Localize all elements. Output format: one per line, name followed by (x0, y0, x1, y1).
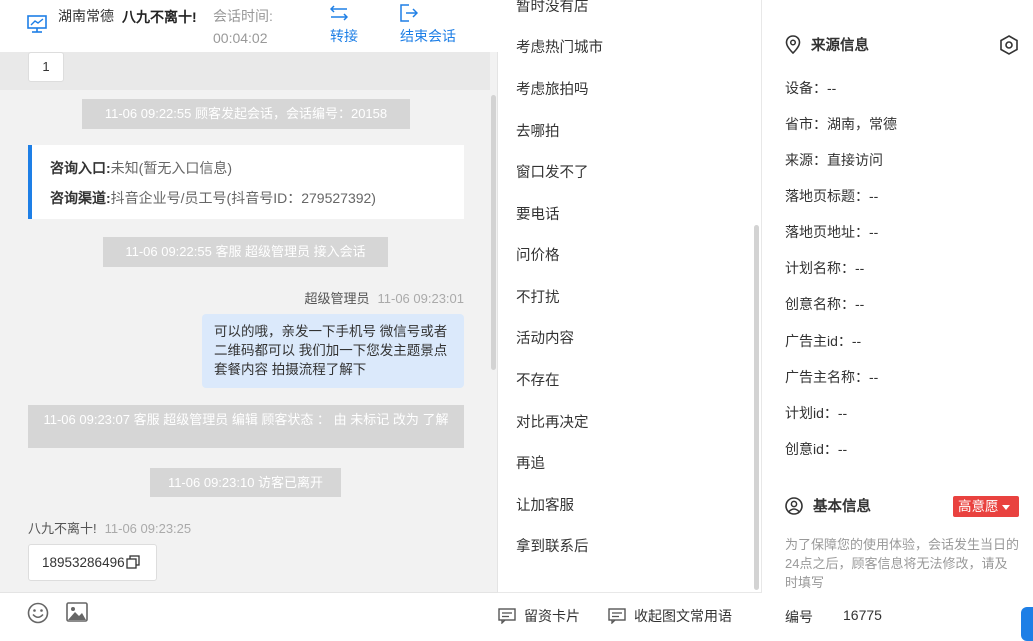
quick-phrase-item[interactable]: 再追 (516, 454, 545, 474)
edit-notice: 为了保障您的使用体验，会话发生当日的24点之后，顾客信息将无法修改，请及时填写 (785, 537, 1020, 590)
transfer-button[interactable]: 转接 (330, 4, 358, 46)
copy-icon[interactable] (125, 555, 140, 570)
consult-entry-label: 咨询入口: (50, 160, 111, 176)
source-origin-row: 来源：直接访问 (785, 152, 883, 168)
agent-name: 超级管理员 (304, 291, 370, 306)
quick-phrase-item[interactable]: 不存在 (516, 371, 560, 391)
user-icon (785, 496, 803, 515)
agent-message-meta: 超级管理员 11-06 09:23:01 (304, 288, 464, 307)
consult-channel-row: 咨询渠道:抖音企业号/员工号(抖音号ID：279527392) (50, 183, 464, 213)
consult-entry-value: 未知(暂无入口信息) (110, 160, 232, 176)
quick-phrase-item[interactable]: 暂时没有店 (516, 0, 589, 17)
lead-card-label: 留资卡片 (524, 608, 580, 624)
previous-message-area (0, 52, 490, 90)
landing-page-url-row: 落地页地址：-- (785, 224, 879, 240)
phrase-scrollbar[interactable] (754, 225, 759, 590)
visitor-phone-number: 18953286496 (42, 555, 125, 570)
image-icon[interactable] (66, 602, 88, 622)
quick-phrase-item[interactable]: 让加客服 (516, 496, 574, 516)
visitor-message-bubble: 1 (28, 52, 64, 82)
visitor-name: 八九不离十! (122, 9, 197, 25)
quick-phrase-item[interactable]: 问价格 (516, 246, 560, 266)
phrase-toolbar: 留资卡片 收起图文常用语 (498, 592, 762, 641)
advertiser-id-row: 广告主id：-- (785, 333, 862, 349)
visitor-message-time: 11-06 09:23:25 (104, 521, 192, 536)
system-message: 11-06 09:23:10 访客已离开 (150, 468, 341, 497)
message-icon (608, 608, 626, 625)
source-device-row: 设备：-- (785, 80, 837, 96)
transfer-label: 转接 (330, 28, 358, 44)
plan-name-row: 计划名称：-- (785, 260, 865, 276)
creative-name-row: 创意名称：-- (785, 296, 865, 312)
chat-toolbar (0, 592, 498, 641)
quick-phrase-item[interactable]: 去哪拍 (516, 122, 560, 142)
creative-id-row: 创意id：-- (785, 441, 848, 457)
visitor-phone-bubble[interactable]: 18953286496 (28, 544, 157, 581)
quick-phrase-item[interactable]: 考虑热门城市 (516, 38, 603, 58)
quick-phrase-panel: 暂时没有店 考虑热门城市 考虑旅拍吗 去哪拍 窗口发不了 要电话 问价格 不打扰… (498, 0, 762, 641)
intent-level-dropdown[interactable]: 高意愿 (953, 496, 1019, 517)
customer-info-panel: 来源信息 设备：-- 省市：湖南，常德 来源：直接访问 落地页标题：-- 落地页… (763, 0, 1033, 641)
end-session-label: 结束会话 (400, 28, 456, 44)
quick-phrase-item[interactable]: 要电话 (516, 205, 560, 225)
visitor-message-name: 八九不离十! (28, 521, 97, 536)
exit-icon (400, 4, 418, 22)
session-time-label: 会话时间: (213, 8, 273, 24)
collapse-phrases-button[interactable]: 收起图文常用语 (608, 607, 732, 625)
caret-down-icon (1001, 504, 1010, 510)
card-icon (498, 608, 516, 625)
source-info-title: 来源信息 (785, 35, 869, 56)
visitor-message-meta: 八九不离十! 11-06 09:23:25 (28, 518, 191, 537)
chat-panel: 湖南常德 八九不离十! 会话时间: 00:04:02 转接 结束会话 1 11-… (0, 0, 498, 641)
monitor-icon (27, 15, 47, 33)
transfer-icon (330, 5, 348, 21)
quick-phrase-item[interactable]: 不打扰 (516, 288, 560, 308)
intent-level-value: 高意愿 (958, 499, 999, 514)
source-info-title-text: 来源信息 (811, 38, 869, 54)
agent-message-bubble: 可以的哦，亲发一下手机号 微信号或者二维码都可以 我们加一下您发主题景点 套餐内… (202, 314, 464, 388)
basic-info-title-text: 基本信息 (813, 499, 871, 515)
customer-code-value: 16775 (843, 607, 882, 623)
consult-channel-label: 咨询渠道: (50, 190, 111, 206)
system-message: 11-06 09:22:55 客服 超级管理员 接入会话 (103, 237, 388, 267)
chat-scrollbar[interactable] (491, 95, 496, 370)
location-pin-icon (785, 35, 801, 55)
quick-phrase-item[interactable]: 拿到联系后 (516, 537, 589, 557)
floating-side-tab[interactable] (1021, 607, 1033, 641)
quick-phrase-item[interactable]: 活动内容 (516, 329, 574, 349)
customer-code-label: 编号 (785, 609, 813, 625)
basic-info-title: 基本信息 (785, 496, 871, 517)
chat-header: 湖南常德 八九不离十! 会话时间: 00:04:02 转接 结束会话 (0, 0, 498, 52)
session-time-value: 00:04:02 (213, 30, 268, 46)
lead-card-button[interactable]: 留资卡片 (498, 607, 580, 625)
collapse-phrases-label: 收起图文常用语 (634, 608, 732, 624)
landing-page-title-row: 落地页标题：-- (785, 188, 879, 204)
message-list[interactable]: 1 11-06 09:22:55 顾客发起会话，会话编号：20158 咨询入口:… (0, 52, 498, 592)
quick-phrase-item[interactable]: 考虑旅拍吗 (516, 80, 589, 100)
consult-channel-value: 抖音企业号/员工号(抖音号ID：279527392) (110, 190, 376, 206)
system-message: 11-06 09:23:07 客服 超级管理员 编辑 顾客状态 ： 由 未标记 … (28, 405, 464, 448)
quick-phrase-item[interactable]: 对比再决定 (516, 413, 589, 433)
quick-phrase-item[interactable]: 窗口发不了 (516, 163, 589, 183)
emoji-icon[interactable] (27, 602, 49, 624)
system-message: 11-06 09:22:55 顾客发起会话，会话编号：20158 (82, 99, 410, 129)
source-province-row: 省市：湖南，常德 (785, 116, 897, 132)
visitor-location: 湖南常德 (58, 8, 114, 24)
advertiser-name-row: 广告主名称：-- (785, 369, 879, 385)
agent-message-time: 11-06 09:23:01 (377, 291, 465, 306)
consult-source-card: 咨询入口:未知(暂无入口信息) 咨询渠道:抖音企业号/员工号(抖音号ID：279… (28, 145, 464, 219)
end-session-button[interactable]: 结束会话 (400, 4, 456, 46)
consult-entry-row: 咨询入口:未知(暂无入口信息) (50, 153, 464, 183)
settings-icon[interactable] (999, 35, 1019, 55)
plan-id-row: 计划id：-- (785, 405, 848, 421)
